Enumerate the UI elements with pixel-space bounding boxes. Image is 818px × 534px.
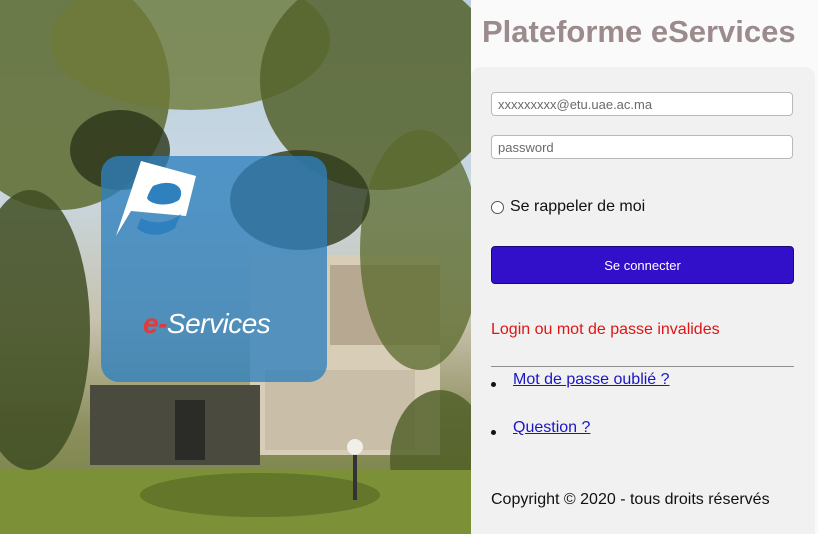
remember-me-radio[interactable]	[491, 200, 504, 214]
e-letter-icon	[116, 161, 196, 236]
list-item: Mot de passe oublié ?	[491, 371, 794, 419]
help-links: Mot de passe oublié ? Question ?	[491, 371, 794, 467]
page-title: Plateforme eServices	[482, 14, 796, 49]
bullet-icon	[491, 382, 496, 387]
remember-me[interactable]: Se rappeler de moi	[491, 198, 645, 216]
background-photo: e-Services	[0, 0, 471, 534]
password-field[interactable]	[491, 135, 793, 159]
list-item: Question ?	[491, 419, 794, 467]
forgot-password-link[interactable]: Mot de passe oublié ?	[513, 371, 670, 389]
error-message: Login ou mot de passe invalides	[491, 321, 720, 338]
divider	[491, 366, 794, 367]
email-field[interactable]	[491, 92, 793, 116]
question-link[interactable]: Question ?	[513, 419, 590, 437]
eservices-logo: e-Services	[101, 156, 327, 382]
login-button[interactable]: Se connecter	[491, 246, 794, 284]
login-panel: Se rappeler de moi Se connecter Login ou…	[471, 67, 815, 534]
copyright: Copyright © 2020 - tous droits réservés	[491, 491, 770, 508]
bullet-icon	[491, 430, 496, 435]
remember-me-label: Se rappeler de moi	[510, 198, 646, 215]
logo-wordmark: e-Services	[143, 308, 271, 340]
logo-suffix: Services	[166, 308, 271, 339]
logo-prefix: e-	[143, 308, 167, 339]
